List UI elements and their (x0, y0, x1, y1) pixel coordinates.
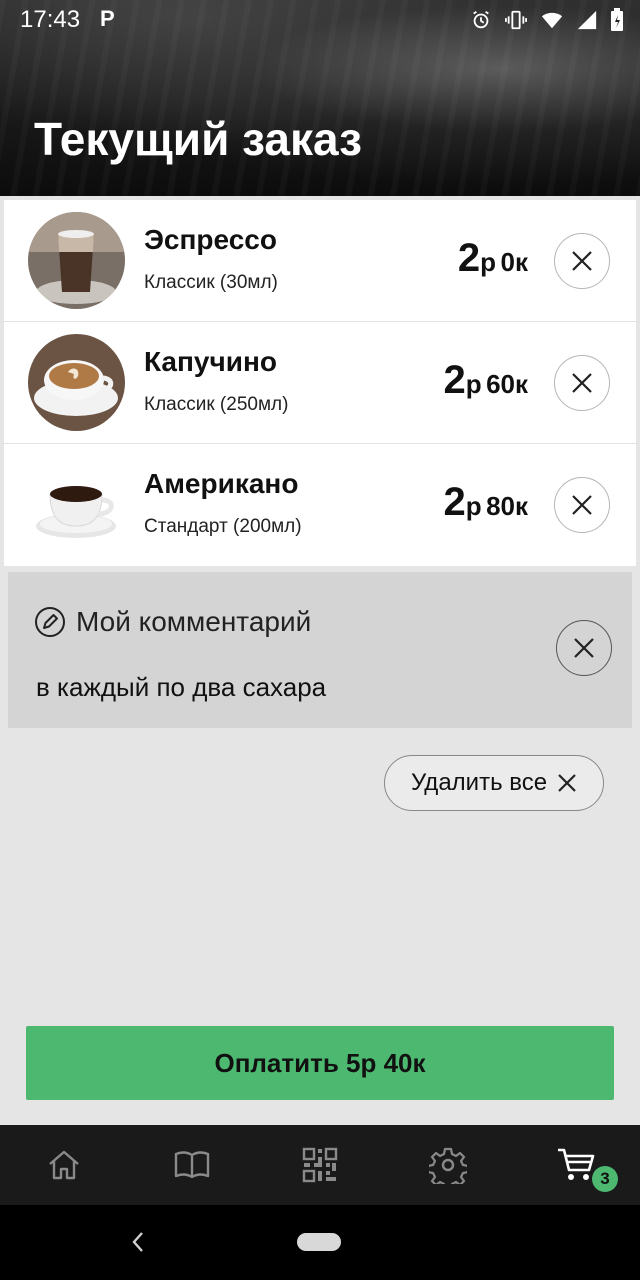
gear-icon (429, 1147, 467, 1184)
comment-box[interactable]: Мой комментарий в каждый по два сахара (8, 572, 632, 728)
status-bar: 17:43 P (0, 0, 640, 40)
nav-home[interactable] (42, 1143, 86, 1187)
remove-item-button[interactable] (554, 355, 610, 411)
bottom-nav (0, 1125, 640, 1205)
price-rub-unit: р (465, 369, 482, 399)
order-item[interactable]: Эспрессо Классик (30мл) 2р 0к (4, 200, 636, 322)
close-icon (572, 373, 592, 393)
item-name: Американо (144, 468, 299, 499)
header: 17:43 P Текущий заказ (0, 0, 640, 196)
battery-icon (611, 8, 623, 31)
comment-text: в каждый по два сахара (36, 672, 327, 702)
pay-button[interactable]: Оплатить 5р 40к (26, 1026, 614, 1100)
app-indicator: P (100, 6, 115, 31)
item-name: Эспрессо (144, 224, 277, 255)
home-icon (49, 1150, 79, 1180)
status-icons (470, 8, 624, 32)
remove-item-button[interactable] (554, 233, 610, 289)
item-price: 2р 0к (458, 236, 528, 281)
price-rubles: 2 (443, 358, 466, 402)
pencil-icon (35, 607, 65, 637)
remove-comment-button[interactable] (556, 620, 612, 676)
close-icon (572, 495, 592, 515)
item-description: Классик (250мл) (144, 394, 289, 415)
nav-menu[interactable] (170, 1143, 214, 1187)
price-rub-unit: р (480, 247, 497, 277)
wifi-icon (541, 12, 563, 29)
signal-icon (577, 10, 597, 30)
home-pill[interactable] (297, 1233, 341, 1251)
cappuccino-image (28, 334, 125, 431)
order-list: Эспрессо Классик (30мл) 2р 0к Капучино К… (4, 200, 636, 566)
item-price: 2р 80к (443, 480, 528, 525)
vibrate-icon (505, 10, 527, 30)
comment-header: Мой комментарий (34, 606, 311, 638)
price-rubles: 2 (443, 480, 466, 524)
item-description: Классик (30мл) (144, 272, 278, 293)
system-nav-bar (0, 1205, 640, 1280)
espresso-image (28, 212, 125, 309)
cart-icon (558, 1148, 595, 1180)
cart-count-badge: 3 (592, 1166, 618, 1192)
price-kopecks: 80к (486, 491, 528, 521)
price-rub-unit: р (465, 491, 482, 521)
delete-all-label: Удалить все (410, 769, 548, 796)
price-rubles: 2 (457, 236, 481, 280)
qr-code-icon (302, 1147, 338, 1183)
item-name: Капучино (144, 346, 277, 377)
pay-label: Оплатить 5р 40к (214, 1047, 426, 1078)
alarm-icon (473, 10, 489, 29)
item-description: Стандарт (200мл) (144, 516, 302, 537)
back-icon[interactable] (128, 1229, 148, 1255)
americano-image (28, 456, 125, 553)
delete-all-button[interactable]: Удалить все (384, 755, 604, 811)
nav-settings[interactable] (426, 1143, 470, 1187)
price-kopecks: 60к (486, 369, 528, 399)
item-price: 2р 60к (443, 358, 528, 403)
nav-qr[interactable] (298, 1143, 342, 1187)
order-item[interactable]: Капучино Классик (250мл) 2р 60к (4, 322, 636, 444)
price-kopecks: 0к (500, 247, 528, 277)
close-icon (558, 774, 576, 792)
close-icon (574, 638, 594, 658)
remove-item-button[interactable] (554, 477, 610, 533)
comment-title: Мой комментарий (76, 606, 312, 637)
status-time: 17:43 (20, 6, 81, 33)
order-item[interactable]: Американо Стандарт (200мл) 2р 80к (4, 444, 636, 566)
book-icon (174, 1151, 210, 1179)
page-title: Текущий заказ (34, 113, 363, 165)
close-icon (572, 251, 592, 271)
